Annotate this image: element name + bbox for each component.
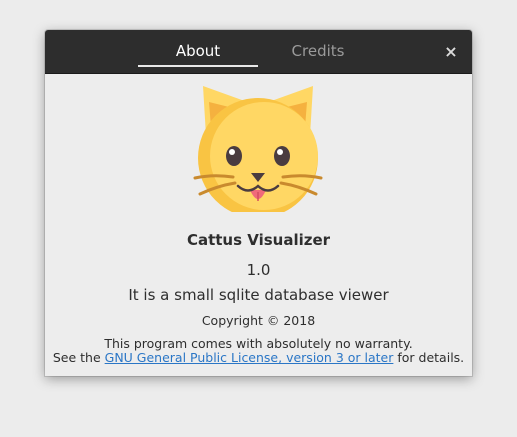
license-link[interactable]: GNU General Public License, version 3 or… <box>105 350 394 365</box>
app-version: 1.0 <box>246 261 271 279</box>
copyright-text: Copyright © 2018 <box>201 313 316 328</box>
app-description: It is a small sqlite database viewer <box>128 286 389 304</box>
license-suffix: for details. <box>397 350 465 365</box>
app-name: Cattus Visualizer <box>186 231 331 249</box>
about-content: Cattus Visualizer 1.0 It is a small sqli… <box>45 74 472 376</box>
dialog-header-bar: About Credits × <box>45 30 472 74</box>
license-prefix: See the <box>52 350 101 365</box>
about-dialog: About Credits × Cattus Visualizer 1.0 It… <box>45 30 472 376</box>
tab-about[interactable]: About <box>138 30 258 73</box>
close-icon: × <box>444 42 458 61</box>
close-button[interactable]: × <box>440 41 462 63</box>
cat-face-icon <box>193 86 323 212</box>
tab-credits[interactable]: Credits <box>258 30 378 73</box>
license-text: See the GNU General Public License, vers… <box>45 350 472 365</box>
warranty-text: This program comes with absolutely no wa… <box>104 336 413 351</box>
